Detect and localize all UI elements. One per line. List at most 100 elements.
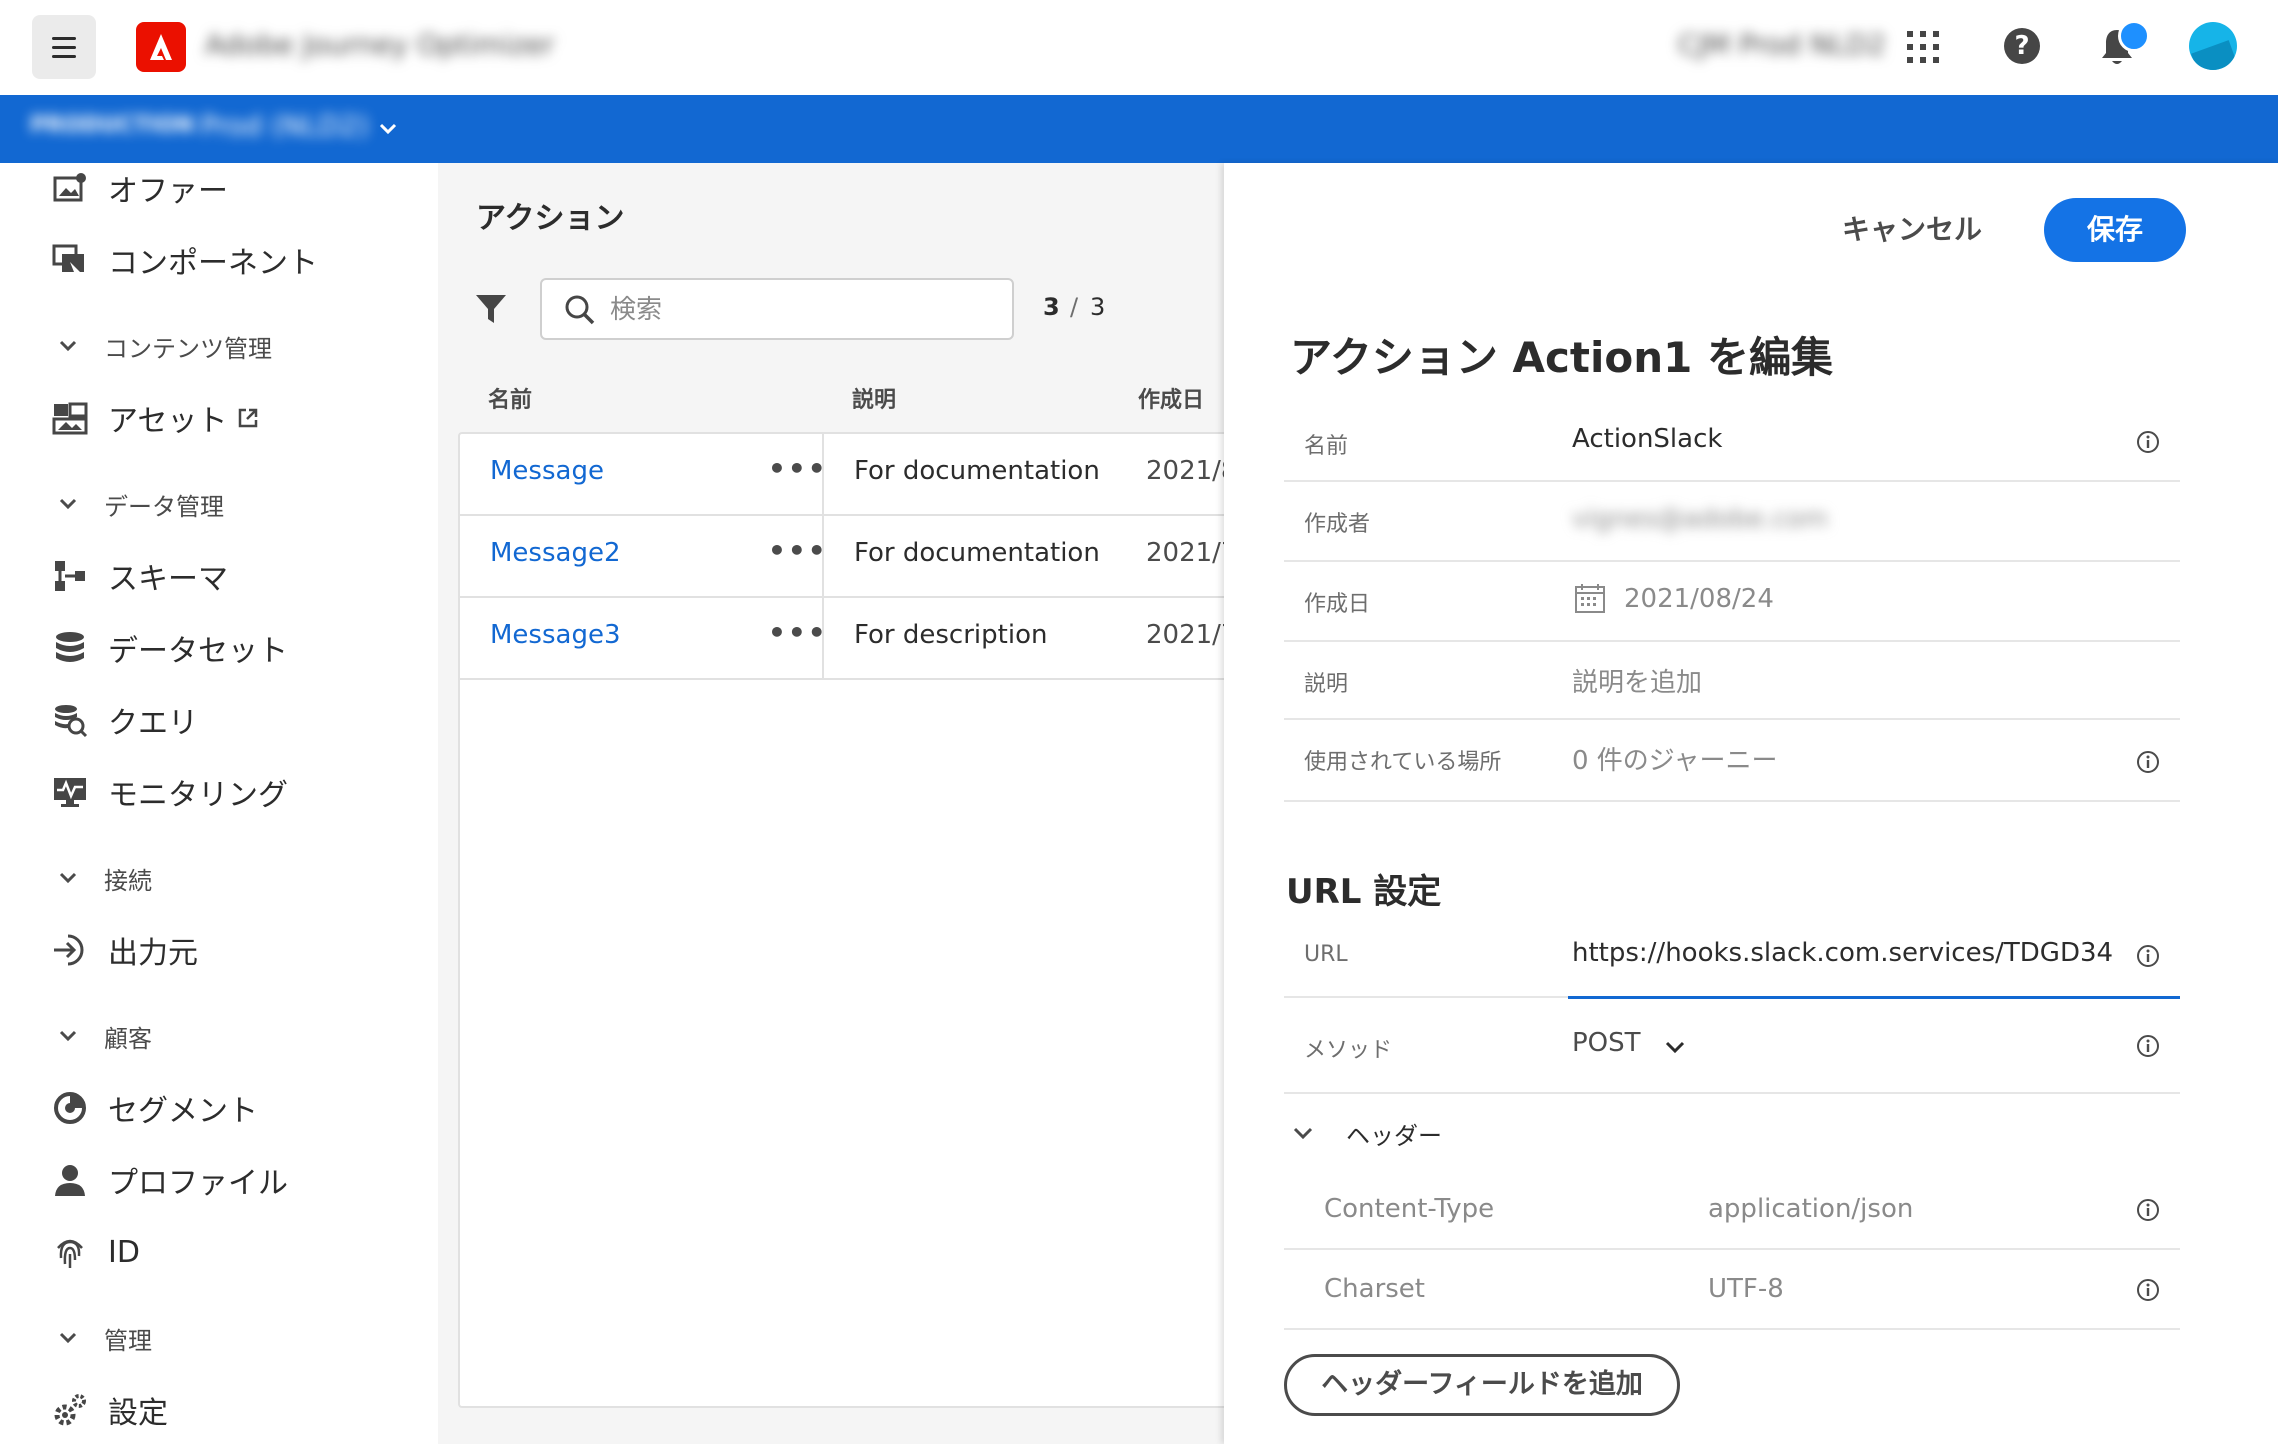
info-icon[interactable] <box>2136 1198 2160 1222</box>
column-header-created[interactable]: 作成日 <box>1138 382 1204 414</box>
nav-item-queries[interactable]: クエリ <box>52 698 198 742</box>
menu-button[interactable] <box>32 15 96 79</box>
action-name-link[interactable]: Message3 <box>490 620 621 650</box>
nav-section-connections[interactable]: 接続 <box>58 860 152 896</box>
notification-badge <box>2118 20 2150 52</box>
column-header-description[interactable]: 説明 <box>852 382 896 414</box>
nav-label: プロファイル <box>108 1166 288 1201</box>
description-input[interactable]: 説明を追加 <box>1572 662 1702 699</box>
field-used-in: 使用されている場所 0 件のジャーニー <box>1284 720 2180 802</box>
name-input[interactable]: ActionSlack <box>1572 424 1722 454</box>
nav-item-profiles[interactable]: プロファイル <box>52 1158 288 1202</box>
header-key: Charset <box>1324 1274 1425 1304</box>
nav-section-label: データ管理 <box>104 492 224 521</box>
sandbox-name[interactable]: Prod (NLD2) <box>200 109 369 142</box>
menu-icon <box>52 37 76 40</box>
url-input[interactable]: https://hooks.slack.com.services/TDGD348… <box>1572 938 2112 968</box>
header-row: Charset UTF-8 <box>1284 1250 2180 1330</box>
table-row[interactable]: Message3 ••• For description 2021/7 <box>460 598 1237 680</box>
search-field[interactable] <box>540 278 1014 340</box>
field-method[interactable]: メソッド POST <box>1284 1000 2180 1094</box>
nav-section-label: 接続 <box>104 866 152 895</box>
info-icon[interactable] <box>2136 750 2160 774</box>
action-description: For description <box>854 620 1048 650</box>
chevron-down-icon[interactable] <box>1292 1122 1314 1144</box>
chevron-down-icon <box>59 340 77 352</box>
filter-icon[interactable] <box>474 292 508 326</box>
sandbox-bar: PRODUCTION Prod (NLD2) <box>0 95 2278 163</box>
nav-section-data[interactable]: データ管理 <box>58 486 224 522</box>
method-select[interactable]: POST <box>1572 1028 1641 1058</box>
nav-label: 設定 <box>108 1396 168 1431</box>
search-input[interactable] <box>608 290 1002 330</box>
chevron-down-icon <box>59 1030 77 1042</box>
nav-item-offers[interactable]: オファー <box>52 166 228 210</box>
field-label: URL <box>1304 942 1348 967</box>
nav-section-label: 管理 <box>104 1326 152 1355</box>
nav-item-datasets[interactable]: データセット <box>52 626 288 670</box>
info-icon[interactable] <box>2136 1034 2160 1058</box>
field-created: 作成日 2021/08/24 <box>1284 562 2180 642</box>
action-name-link[interactable]: Message <box>490 456 604 486</box>
sources-icon <box>54 934 84 966</box>
cancel-button[interactable]: キャンセル <box>1842 208 1982 248</box>
action-name-link[interactable]: Message2 <box>490 538 621 568</box>
add-header-field-button[interactable]: ヘッダーフィールドを追加 <box>1284 1354 1680 1416</box>
nav-label: スキーマ <box>108 562 228 597</box>
nav-item-sources[interactable]: 出力元 <box>52 928 198 972</box>
nav-item-components[interactable]: コンポーネント <box>52 238 318 282</box>
nav-item-settings[interactable]: 設定 <box>52 1388 168 1432</box>
field-label: 作成者 <box>1304 512 1371 537</box>
nav-label: モニタリング <box>108 778 288 813</box>
nav-section-customer[interactable]: 顧客 <box>58 1018 152 1054</box>
field-name[interactable]: 名前 ActionSlack <box>1284 402 2180 482</box>
field-author: 作成者 vignes@adobe.com <box>1284 482 2180 562</box>
field-description[interactable]: 説明 説明を追加 <box>1284 642 2180 720</box>
nav-item-identities[interactable]: ID <box>52 1230 140 1274</box>
nav-label: ID <box>108 1234 140 1270</box>
nav-item-monitoring[interactable]: モニタリング <box>52 770 288 814</box>
table-row[interactable]: Message2 ••• For documentation 2021/7 <box>460 516 1237 598</box>
adobe-logo[interactable] <box>136 22 186 72</box>
info-icon[interactable] <box>2136 430 2160 454</box>
chevron-down-icon[interactable] <box>378 119 398 139</box>
org-switcher[interactable]: CJM Prod NLD2 <box>1678 28 1886 61</box>
info-icon[interactable] <box>2136 944 2160 968</box>
nav-item-segments[interactable]: セグメント <box>52 1086 258 1130</box>
field-url[interactable]: URL https://hooks.slack.com.services/TDG… <box>1284 916 2180 998</box>
more-icon[interactable]: ••• <box>768 452 828 485</box>
table-row[interactable]: Message ••• For documentation 2021/8 <box>460 434 1237 516</box>
author-value: vignes@adobe.com <box>1572 504 1828 534</box>
apps-grid-icon[interactable] <box>1906 30 1940 64</box>
app-title: Adobe Journey Optimizer <box>205 28 555 61</box>
more-icon[interactable]: ••• <box>768 616 828 649</box>
used-in-value: 0 件のジャーニー <box>1572 746 1778 776</box>
nav-item-schemas[interactable]: スキーマ <box>52 554 228 598</box>
offers-icon <box>53 173 86 202</box>
column-divider <box>822 598 824 680</box>
column-divider <box>822 516 824 598</box>
components-icon <box>52 244 84 272</box>
avatar[interactable] <box>2189 22 2237 70</box>
help-icon[interactable]: ? <box>2004 28 2040 64</box>
nav-label: コンポーネント <box>108 246 318 281</box>
nav-label: オファー <box>108 174 228 209</box>
schemas-icon <box>55 561 85 591</box>
nav-section-content[interactable]: コンテンツ管理 <box>58 328 272 364</box>
headers-section-label[interactable]: ヘッダー <box>1346 1116 1442 1151</box>
more-icon[interactable]: ••• <box>768 534 828 567</box>
search-icon <box>565 295 595 325</box>
chevron-down-icon <box>59 498 77 510</box>
profile-icon <box>55 1165 85 1196</box>
segments-icon <box>54 1092 86 1124</box>
nav-item-assets[interactable]: アセット <box>52 396 259 440</box>
save-button[interactable]: 保存 <box>2044 198 2186 262</box>
nav-label: クエリ <box>108 706 198 741</box>
column-header-name[interactable]: 名前 <box>488 382 532 414</box>
action-description: For documentation <box>854 456 1100 486</box>
nav-section-admin[interactable]: 管理 <box>58 1320 152 1356</box>
chevron-down-icon[interactable] <box>1664 1036 1686 1058</box>
nav-section-label: 顧客 <box>104 1024 152 1053</box>
info-icon[interactable] <box>2136 1278 2160 1302</box>
column-divider <box>822 434 824 516</box>
